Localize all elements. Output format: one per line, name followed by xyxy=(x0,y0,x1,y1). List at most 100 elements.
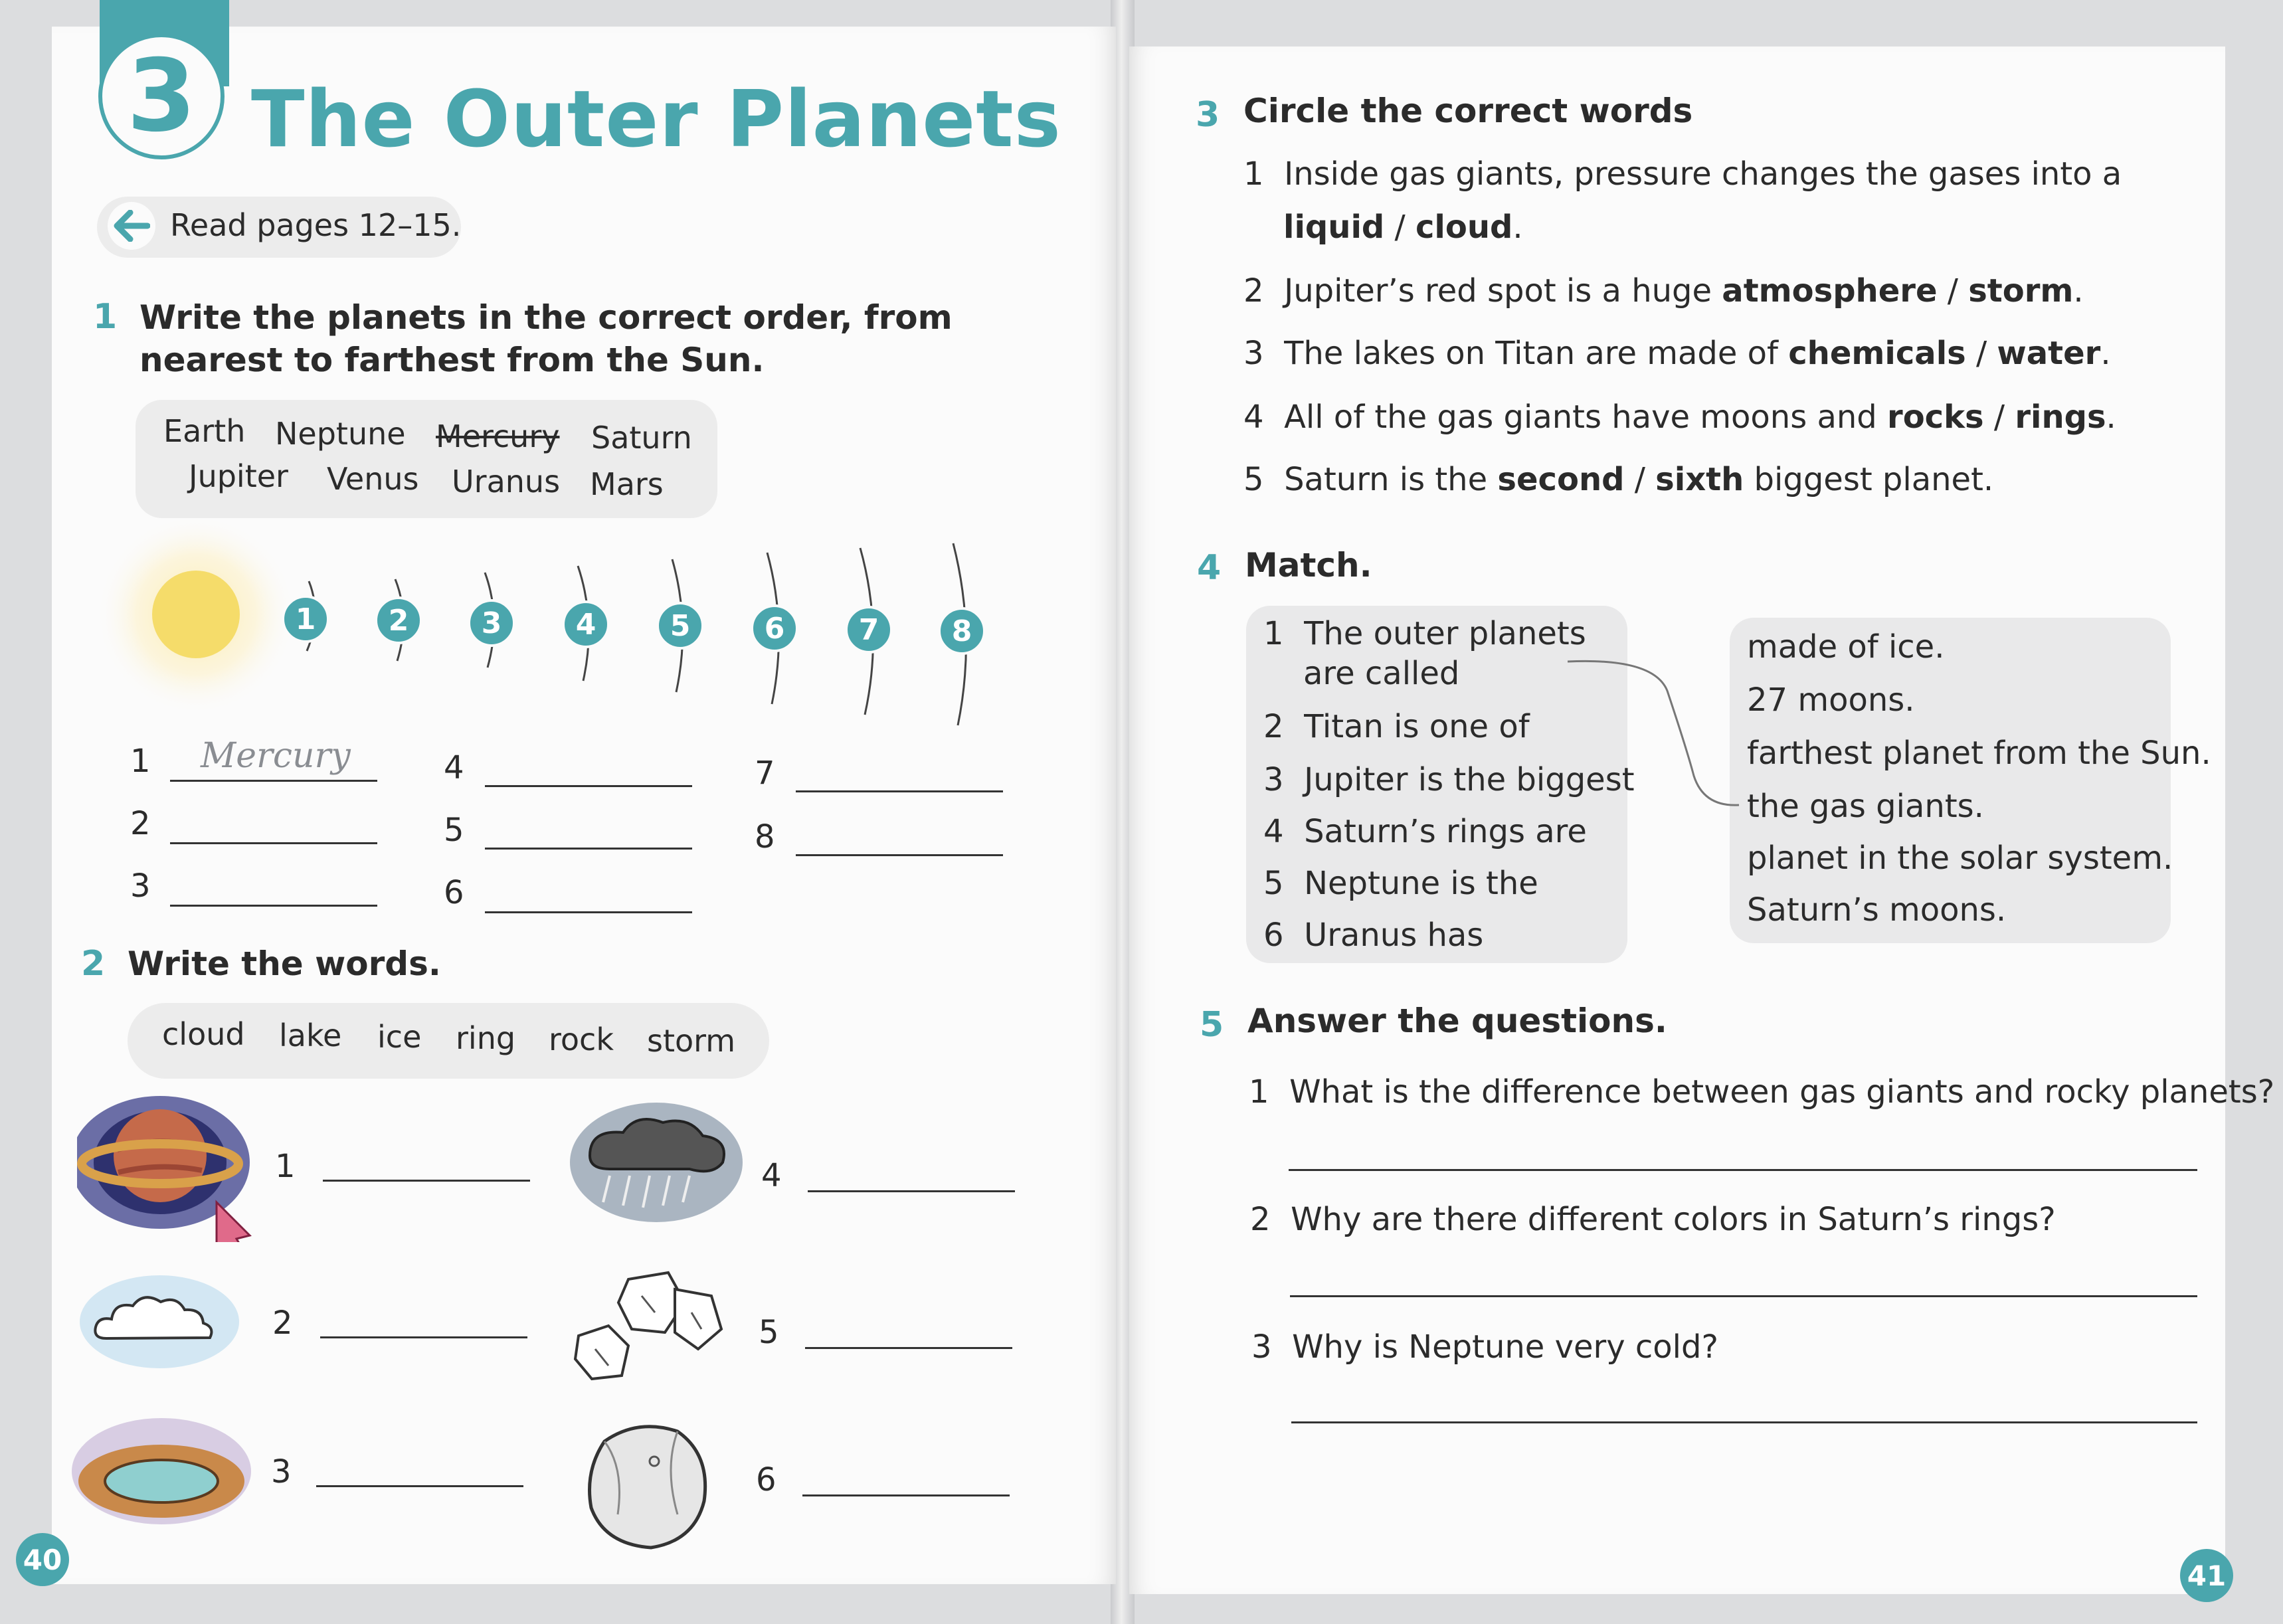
ex1-instruction: Write the planets in the correct order, … xyxy=(139,298,953,379)
ex1-answer-line-5[interactable] xyxy=(485,848,692,850)
punctuation: . xyxy=(2106,399,2116,436)
match-example-line xyxy=(1567,660,1740,806)
word-earth: Earth xyxy=(163,413,246,449)
word-rock: rock xyxy=(549,1022,614,1057)
match-text: Uranus has xyxy=(1304,917,1484,954)
question-text: What is the difference between gas giant… xyxy=(1289,1073,2275,1111)
ex1-answer-line-6[interactable] xyxy=(485,911,692,913)
ex3-option-rocks[interactable]: rocks xyxy=(1887,399,1984,436)
match-left-1[interactable]: 1 The outer planets xyxy=(1263,615,1586,654)
ex1-answer-num-8: 8 xyxy=(755,818,775,856)
match-left-6[interactable]: 6 Uranus has xyxy=(1263,917,1483,955)
question-number: 1 xyxy=(1249,1073,1269,1111)
ex3-option-water[interactable]: water xyxy=(1997,335,2100,372)
match-right-4[interactable]: the gas giants. xyxy=(1747,788,1984,826)
ex2-answer-line-3[interactable] xyxy=(316,1485,523,1487)
word-saturn: Saturn xyxy=(591,420,692,456)
question-number: 2 xyxy=(1250,1201,1271,1238)
match-right-1[interactable]: made of ice. xyxy=(1747,628,1944,667)
storm-picture xyxy=(570,1103,743,1222)
ex1-answer-num-4: 4 xyxy=(444,749,464,786)
ex3-item-text: Saturn is the xyxy=(1284,461,1498,498)
word-neptune: Neptune xyxy=(275,416,406,452)
ex1-answer-num-3: 3 xyxy=(130,867,151,905)
match-left-1-cont: are called xyxy=(1303,655,1460,692)
word-mars: Mars xyxy=(590,466,664,502)
match-right-2[interactable]: 27 moons. xyxy=(1747,681,1915,720)
ice-picture xyxy=(573,1271,723,1381)
ex2-num-3: 3 xyxy=(271,1453,292,1490)
match-number: 4 xyxy=(1263,813,1284,850)
rock-picture xyxy=(588,1425,707,1550)
ex3-item-number: 4 xyxy=(1243,399,1264,436)
word-ring: ring xyxy=(456,1020,516,1056)
ex3-item-1-options: liquid / cloud. xyxy=(1283,209,1523,247)
match-text: The outer planets xyxy=(1304,615,1586,652)
ex1-answer-num-6: 6 xyxy=(444,874,464,911)
ex5-answer-line-1[interactable] xyxy=(1289,1169,2197,1171)
ex2-num-1: 1 xyxy=(275,1148,296,1185)
option-separator: / xyxy=(1983,399,2015,436)
ex3-option-cloud[interactable]: cloud xyxy=(1415,209,1512,246)
match-number: 1 xyxy=(1263,615,1284,652)
ex2-answer-line-2[interactable] xyxy=(320,1336,527,1338)
ex2-num-6: 6 xyxy=(756,1461,776,1498)
orbit-number-7: 7 xyxy=(845,606,893,654)
ex5-question-2: 2 Why are there different colors in Satu… xyxy=(1250,1201,2056,1239)
ex3-item-text: Inside gas giants, pressure changes the … xyxy=(1284,155,2122,193)
ex4-number: 4 xyxy=(1197,548,1222,588)
match-right-6[interactable]: Saturn’s moons. xyxy=(1747,891,2006,930)
ex3-option-storm[interactable]: storm xyxy=(1968,272,2073,310)
ex3-option-atmosphere[interactable]: atmosphere xyxy=(1722,272,1937,310)
ex3-item-text: The lakes on Titan are made of xyxy=(1284,335,1789,372)
ex5-answer-line-3[interactable] xyxy=(1291,1421,2197,1423)
ex5-question-1: 1 What is the difference between gas gia… xyxy=(1249,1073,2274,1112)
ex5-answer-line-2[interactable] xyxy=(1290,1295,2197,1297)
match-left-4[interactable]: 4 Saturn’s rings are xyxy=(1263,813,1587,852)
match-right-3[interactable]: farthest planet from the Sun. xyxy=(1747,735,2211,773)
ex3-item-text: Jupiter’s red spot is a huge xyxy=(1284,272,1722,310)
punctuation: . xyxy=(1512,209,1523,246)
match-right-5[interactable]: planet in the solar system. xyxy=(1747,840,2173,878)
option-separator: / xyxy=(1965,335,1997,372)
ex1-answer-line-4[interactable] xyxy=(485,785,692,787)
ex2-answer-line-4[interactable] xyxy=(808,1190,1015,1192)
ex2-answer-line-6[interactable] xyxy=(802,1494,1010,1496)
ex5-question-3: 3 Why is Neptune very cold? xyxy=(1251,1328,1718,1367)
ex2-answer-line-5[interactable] xyxy=(805,1347,1012,1349)
ex3-item-text: All of the gas giants have moons and xyxy=(1284,399,1888,436)
ex5-number: 5 xyxy=(1200,1005,1224,1045)
orbit-number-8: 8 xyxy=(938,607,986,655)
word-cloud: cloud xyxy=(162,1016,245,1052)
match-number: 6 xyxy=(1263,917,1284,954)
orbit-number-2: 2 xyxy=(375,596,422,644)
ex1-answer-line-3[interactable] xyxy=(170,905,377,907)
ex3-instruction: Circle the correct words xyxy=(1243,92,1693,130)
ex3-option-liquid[interactable]: liquid xyxy=(1283,209,1384,246)
ex1-answer-num-2: 2 xyxy=(130,805,151,842)
page-title: The Outer Planets xyxy=(251,73,1061,165)
match-text: Titan is one of xyxy=(1304,708,1530,745)
ex2-num-2: 2 xyxy=(272,1305,293,1342)
ex1-answer-line-2[interactable] xyxy=(170,842,377,844)
ex1-answer-num-7: 7 xyxy=(755,755,775,792)
ex3-item-number: 5 xyxy=(1243,461,1264,498)
ex1-answer-line-1[interactable] xyxy=(170,780,377,782)
word-jupiter: Jupiter xyxy=(189,458,288,494)
ex2-answer-line-1[interactable] xyxy=(323,1180,530,1182)
ex3-option-rings[interactable]: rings xyxy=(2015,399,2106,436)
orbit-number-1: 1 xyxy=(282,595,329,643)
ex2-instruction: Write the words. xyxy=(128,945,441,983)
ex3-option-sixth[interactable]: sixth xyxy=(1655,461,1744,498)
ex1-answer-line-8[interactable] xyxy=(796,854,1003,856)
ex5-instruction: Answer the questions. xyxy=(1247,1002,1667,1040)
ex3-item-1: 1 Inside gas giants, pressure changes th… xyxy=(1243,155,2122,194)
match-left-2[interactable]: 2 Titan is one of xyxy=(1263,708,1530,747)
ex3-option-chemicals[interactable]: chemicals xyxy=(1788,335,1966,372)
ex1-answer-line-7[interactable] xyxy=(796,790,1003,792)
match-left-5[interactable]: 5 Neptune is the xyxy=(1263,865,1538,903)
match-number: 3 xyxy=(1263,761,1284,798)
punctuation: . xyxy=(2073,272,2084,310)
ex3-option-second[interactable]: second xyxy=(1497,461,1624,498)
ex1-number: 1 xyxy=(93,297,118,337)
